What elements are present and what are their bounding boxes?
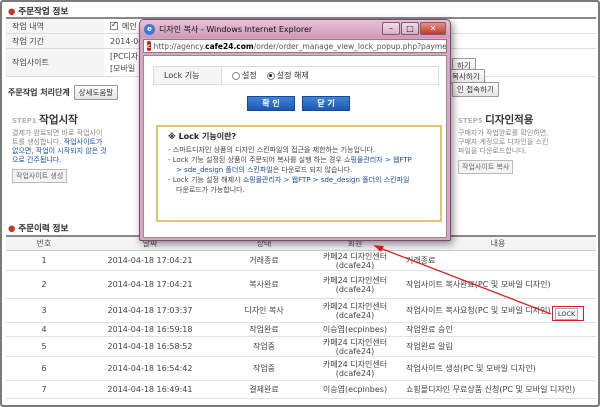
cell-date: 2014-04-18 17:04:21 <box>107 256 193 265</box>
lock-button[interactable]: LOCK <box>555 308 579 320</box>
maximize-icon[interactable]: □ <box>401 22 419 35</box>
cell-no: 1 <box>41 256 47 265</box>
cell-content: 거래종료 <box>406 256 436 265</box>
cell-member: 카페24 디자인센터 (dcafe24) <box>322 337 388 356</box>
history-table: 번호 날짜 상태 회원 내용 1 2014-04-18 17:04:21 거래종료 카… <box>6 235 596 399</box>
address-bar[interactable]: c http://agency. cafe24.com/order/order_m… <box>143 39 447 53</box>
radio-unset[interactable] <box>266 71 275 80</box>
table-row: 6 2014-04-18 16:54:42 작업중 카페24 디자인센터 (dcafe2… <box>6 357 596 381</box>
cell-no: 4 <box>41 325 47 334</box>
step-1-desc: 결제가 완료되면 바로 작업사이 트를 생성합니다. 작업사이트가 없으면, 작… <box>12 129 107 164</box>
cell-state: 작업중 <box>252 364 276 373</box>
browser-page: ●주문작업 정보 작업 내역 메인 작업 기간 2014-04 작업사이트 [P… <box>0 0 600 407</box>
popup-window: e 디자인 복사 - Windows Internet Explorer – □… <box>139 19 451 241</box>
step-5-title: 디자인적용 <box>485 114 534 126</box>
detail-help-button[interactable]: 상세도움말 <box>73 84 119 100</box>
popup-title: 디자인 복사 - Windows Internet Explorer <box>159 24 313 34</box>
cell-state: 결제완료 <box>249 385 279 394</box>
step-1: STEP1 작업시작 결제가 완료되면 바로 작업사이 트를 생성합니다. 작업… <box>12 112 132 183</box>
create-site-button[interactable]: 작업사이트 생성 <box>12 169 68 183</box>
cell-content: 작업사이트 생성(PC 및 모바일 디자인) <box>406 364 536 373</box>
table-row: 3 2014-04-18 17:03:37 디자인 복사 카페24 디자인센터 (dca… <box>6 299 596 323</box>
cell-no: 3 <box>41 306 47 315</box>
ie-icon: e <box>144 23 155 35</box>
cell-no: 6 <box>41 364 47 373</box>
lock-notice-box: ※ Lock 기능이란? - 스마트디자인 상품의 디자인 스킨파일의 접근을 … <box>156 125 442 222</box>
cell-date: 2014-04-18 17:03:37 <box>107 306 193 315</box>
lock-setting-row: Lock 기능 설정 설정 해제 <box>153 66 439 85</box>
cell-date: 2014-04-18 16:54:42 <box>107 364 193 373</box>
cell-state: 작업완료 <box>249 325 279 334</box>
copy-work-site-button[interactable]: 작업사이트 복사 <box>458 160 514 174</box>
history-title: ● 주문이력 정보 <box>8 224 69 234</box>
cell-state: 복사완료 <box>249 280 279 289</box>
minimize-icon[interactable]: – <box>382 22 400 35</box>
table-row: 2 2014-04-18 17:04:21 복사완료 카페24 디자인센터 (dcafe… <box>6 271 596 299</box>
cell-state: 거래종료 <box>249 256 279 265</box>
label-work-period: 작업 기간 <box>6 34 104 48</box>
cell-date: 2014-04-18 16:59:18 <box>107 325 193 334</box>
notice-title: ※ Lock 기능이란? <box>168 132 237 141</box>
window-controls: – □ ✕ <box>382 22 446 35</box>
order-info-title: ● 주문작업 정보 <box>8 7 69 17</box>
label-work-site: 작업사이트 <box>6 49 104 76</box>
cell-member: 카페24 디자인센터 (dcafe24) <box>322 251 388 270</box>
cell-no: 5 <box>41 342 47 351</box>
cell-date: 2014-04-18 17:04:21 <box>107 280 193 289</box>
cell-member: 이승엽(ecpinbes) <box>322 325 388 334</box>
option-unset-label: 설정 해제 <box>276 71 309 80</box>
label-work-detail: 작업 내역 <box>6 19 104 33</box>
cell-member: 이승엽(ecpinbes) <box>322 385 388 394</box>
confirm-button[interactable]: 확 인 <box>247 96 295 111</box>
step-5: STEP5 디자인적용 구매자가 작업완료를 확인하면, 구매자 계정으로 디자… <box>458 112 578 174</box>
cell-content: 작업완료 알림 <box>406 342 453 351</box>
cell-no: 7 <box>41 385 47 394</box>
cell-content: 작업완료 승인 <box>406 325 453 334</box>
step-5-desc: 구매자가 작업완료를 확인하면, 구매자 계정으로 디자인을 스킨 파일을 다운… <box>458 129 549 155</box>
bullet-icon: ● <box>8 7 16 17</box>
cell-member: 카페24 디자인센터 (dcafe24) <box>322 301 388 320</box>
cell-date: 2014-04-18 16:49:41 <box>107 385 193 394</box>
table-row: 4 2014-04-18 16:59:18 작업완료 이승엽(ecpinbes) 작업완… <box>6 323 596 337</box>
cell-member: 카페24 디자인센터 (dcafe24) <box>322 275 388 294</box>
work-site-mobile: [모바일 <box>110 64 136 73</box>
cell-date: 2014-04-18 16:58:52 <box>107 342 193 351</box>
radio-set[interactable] <box>232 71 240 80</box>
work-detail-checkbox[interactable] <box>110 20 118 30</box>
lock-label: Lock 기능 <box>154 67 222 84</box>
close-button[interactable]: 닫 기 <box>302 96 350 111</box>
cell-state: 디자인 복사 <box>244 306 284 315</box>
cell-member: 카페24 디자인센터 (dcafe24) <box>322 359 388 378</box>
work-site-pc: [PC디자 <box>110 52 139 61</box>
table-row: 7 2014-04-18 16:49:41 결제완료 이승엽(ecpinbes) 쇼핑몰… <box>6 381 596 399</box>
table-row: 1 2014-04-18 17:04:21 거래종료 카페24 디자인센터 (dcafe… <box>6 251 596 271</box>
cell-content: 쇼핑몰디자인 무료상품 신청(PC 및 모바일 디자인) <box>406 385 576 394</box>
cell-no: 2 <box>41 280 47 289</box>
step-1-title: 작업시작 <box>39 114 78 126</box>
cell-content: 작업사이트 복사완료(PC 및 모바일 디자인) <box>406 280 551 289</box>
work-detail-value: 메인 <box>122 21 137 31</box>
cell-state: 작업중 <box>252 342 276 351</box>
table-row: 5 2014-04-18 16:58:52 작업중 카페24 디자인센터 (dcafe2… <box>6 337 596 357</box>
popup-content: Lock 기능 설정 설정 해제 확 인 닫 기 ※ Lock 기능이란? - … <box>143 55 447 238</box>
stage-title: 주문작업 처리단계 <box>8 87 70 97</box>
site-favicon-icon: c <box>147 41 151 51</box>
bullet-icon: ● <box>8 224 16 234</box>
close-icon[interactable]: ✕ <box>420 22 446 35</box>
option-set-label: 설정 <box>242 71 257 80</box>
